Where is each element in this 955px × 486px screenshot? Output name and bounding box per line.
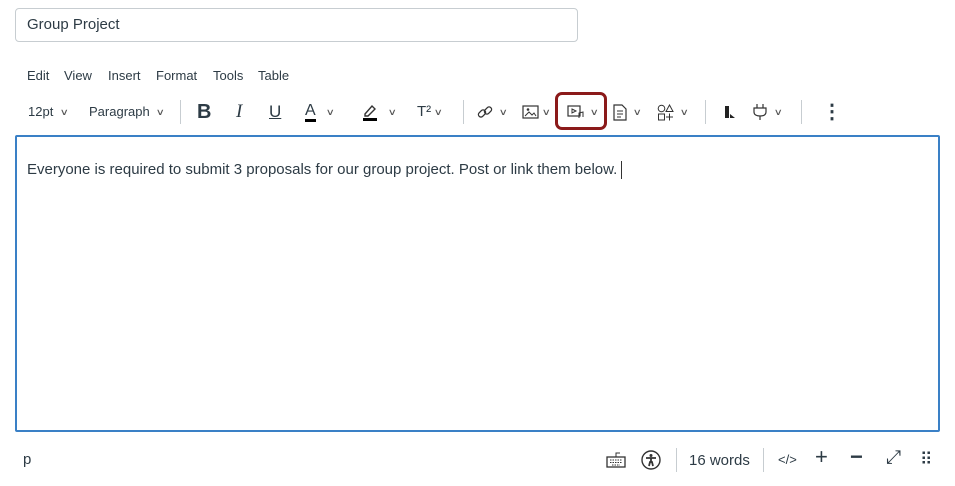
statusbar-divider (763, 448, 764, 472)
document-icon (613, 103, 627, 121)
font-size-select[interactable]: 12pt ∨ (28, 100, 69, 124)
bold-button[interactable]: B (197, 100, 211, 124)
toolbar-divider (705, 100, 706, 124)
resize-handle[interactable]: ⠿ (920, 450, 932, 470)
chevron-down-icon: ∨ (155, 107, 165, 117)
highlighter-icon (362, 103, 378, 121)
zoom-out-button[interactable]: − (850, 446, 863, 468)
plugins-button[interactable]: ∨ (752, 100, 784, 124)
link-icon (477, 104, 493, 120)
menu-edit[interactable]: Edit (27, 68, 49, 84)
shapes-icon (657, 103, 674, 121)
title-input[interactable]: Group Project (15, 8, 578, 42)
font-size-value: 12pt (28, 104, 54, 119)
plug-icon (752, 103, 768, 121)
link-button[interactable]: ∨ (477, 100, 509, 124)
block-format-select[interactable]: Paragraph ∨ (89, 100, 165, 124)
keyboard-shortcuts-button[interactable] (606, 452, 626, 468)
html-editor-toggle[interactable]: </> (778, 450, 797, 470)
equella-button[interactable] (724, 100, 736, 124)
keyboard-icon (606, 452, 626, 468)
accessibility-checker-button[interactable] (641, 450, 661, 470)
equella-icon (724, 105, 736, 119)
menu-tools[interactable]: Tools (213, 68, 243, 84)
underline-button[interactable]: U (269, 100, 281, 124)
chevron-down-icon: ∨ (773, 107, 784, 117)
superscript-icon: T² (417, 103, 432, 120)
element-path[interactable]: p (23, 450, 31, 470)
chevron-down-icon: ∨ (679, 107, 690, 117)
image-icon (522, 105, 539, 119)
chevron-down-icon: ∨ (59, 107, 69, 117)
chevron-down-icon: ∨ (632, 107, 643, 117)
chevron-down-icon: ∨ (498, 107, 509, 117)
toolbar-divider (801, 100, 802, 124)
highlight-color-button[interactable]: ∨ (362, 100, 397, 124)
statusbar-divider (676, 448, 677, 472)
text-color-button[interactable]: A ∨ (305, 100, 335, 124)
toolbar-divider (180, 100, 181, 124)
highlight-box (555, 92, 607, 130)
chevron-down-icon: ∨ (434, 107, 444, 117)
menu-view[interactable]: View (64, 68, 92, 84)
menu-table[interactable]: Table (258, 68, 289, 84)
more-button[interactable]: ⋮ (822, 100, 842, 124)
editor-content[interactable]: Everyone is required to submit 3 proposa… (27, 160, 623, 180)
editor-text: Everyone is required to submit 3 proposa… (27, 161, 618, 178)
accessibility-icon (641, 450, 661, 470)
superscript-button[interactable]: T² ∨ (417, 100, 444, 124)
apps-button[interactable]: ∨ (657, 100, 690, 124)
document-button[interactable]: ∨ (613, 100, 643, 124)
block-format-value: Paragraph (89, 104, 150, 119)
zoom-in-button[interactable]: + (815, 446, 828, 468)
text-cursor (621, 161, 623, 180)
fullscreen-button[interactable]: ⤢ (886, 448, 901, 468)
menu-format[interactable]: Format (156, 68, 197, 84)
image-button[interactable]: ∨ (522, 100, 551, 124)
italic-button[interactable]: I (236, 100, 242, 124)
chevron-down-icon: ∨ (541, 107, 551, 117)
menu-insert[interactable]: Insert (108, 68, 141, 84)
chevron-down-icon: ∨ (387, 107, 397, 117)
text-color-icon: A (305, 102, 316, 122)
toolbar-divider (463, 100, 464, 124)
chevron-down-icon: ∨ (325, 107, 335, 117)
word-count[interactable]: 16 words (689, 451, 750, 471)
